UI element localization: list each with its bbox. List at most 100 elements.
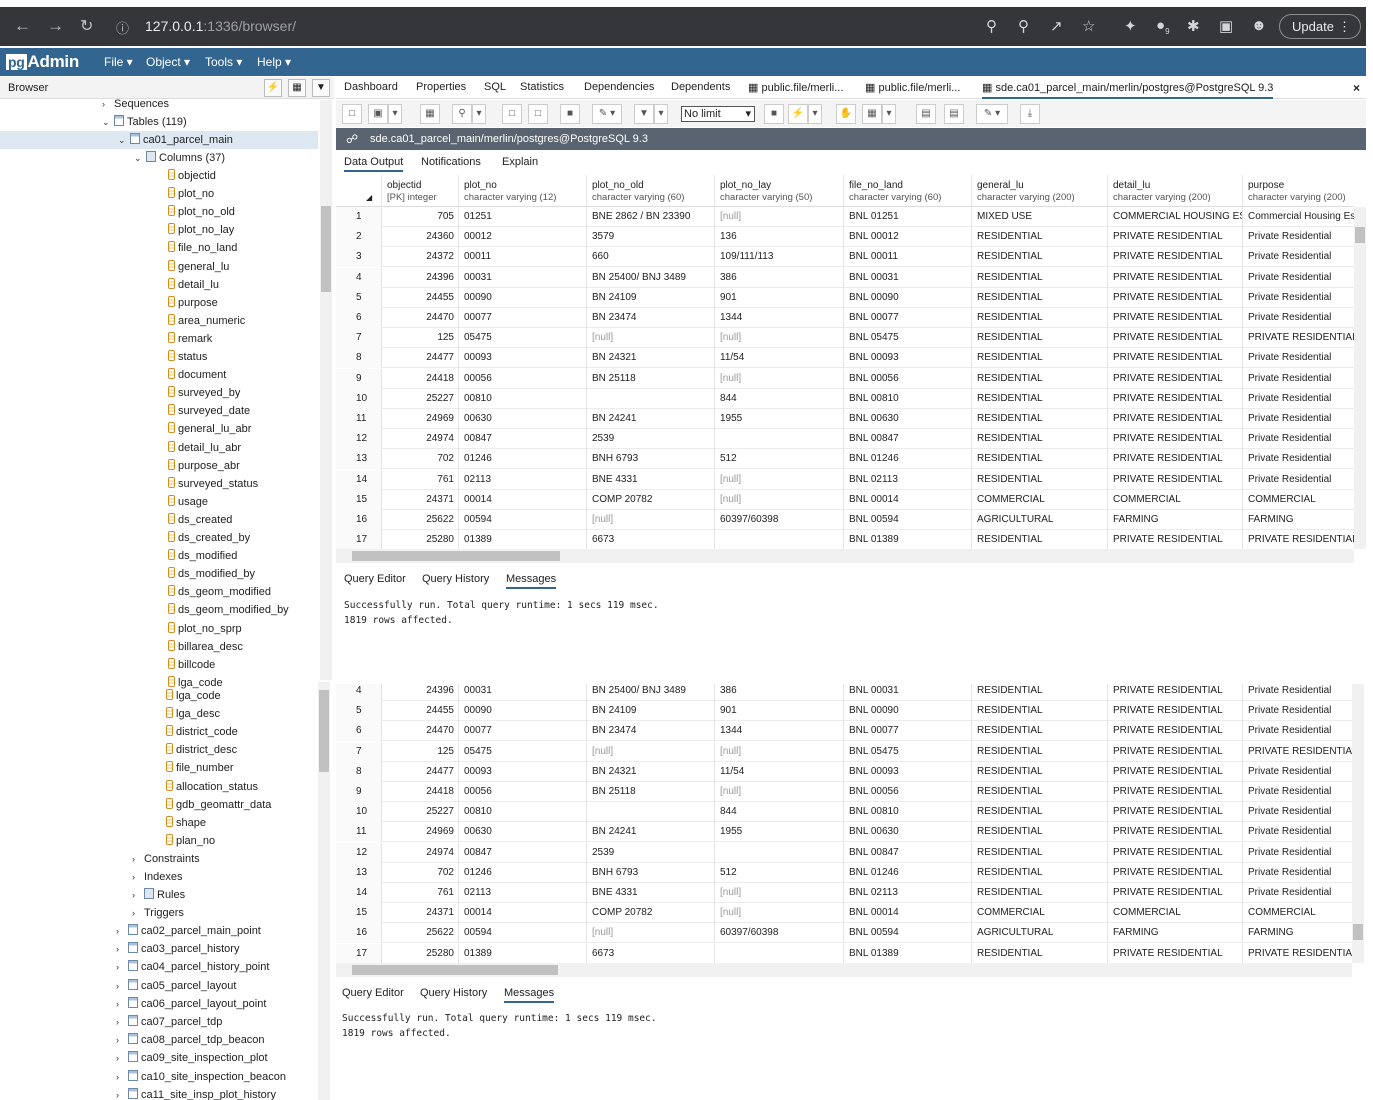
table-cell[interactable]: 386 [715,684,844,701]
table-cell[interactable] [715,943,844,963]
table-cell[interactable]: 60397/60398 [715,510,844,530]
table-cell[interactable]: BNL 00090 [844,287,972,308]
table-cell[interactable]: PRIVATE RESIDENTIAL [1243,742,1352,762]
table-cell[interactable]: COMMERCIAL HOUSING ES... [1108,207,1243,227]
table-row[interactable]: 3 24372 00011 660 109/111/113 BNL 00011 RESIDE… [336,247,1354,268]
table-cell[interactable]: PRIVATE RESIDENTIAL [1108,449,1243,470]
tree-column-district_desc[interactable]: district_desc [154,741,237,759]
tree-column-ds_created_by[interactable]: ds_created_by [156,529,250,547]
explain-dropdown-icon[interactable]: ▾ [882,104,896,124]
table-cell[interactable]: 00031 [459,267,587,288]
row-number[interactable]: 6 [336,308,382,328]
table-cell[interactable]: 24974 [382,429,459,450]
table-cell[interactable]: 386 [715,267,844,288]
find-dropdown-icon[interactable]: ▾ [472,104,486,124]
tree-table-ca10_site_inspection_beacon[interactable]: › ca10_site_inspection_beacon [116,1068,286,1086]
table-cell[interactable]: PRIVATE RESIDENTIAL [1108,822,1243,843]
tree-scrollbar[interactable] [320,100,332,680]
table-row[interactable]: 15 24371 00014 COMP 20782 [null] BNL 00014 COM… [336,489,1354,510]
table-cell[interactable]: 2539 [587,429,715,450]
table-cell[interactable]: BNL 01251 [844,207,972,227]
table-cell[interactable]: PRIVATE RESIDENTIAL [1108,469,1243,490]
row-number[interactable]: 7 [336,741,382,762]
row-number[interactable]: 17 [336,943,382,963]
table-row[interactable]: 14 761 02113 BNE 4331 [null] BNL 02113 RESIDEN… [336,469,1354,490]
table-cell[interactable]: PRIVATE RESIDENTIAL [1108,247,1243,268]
tree-column-remark[interactable]: remark [156,330,212,348]
table-cell[interactable]: BN 25400/ BNJ 3489 [587,684,715,701]
table-cell[interactable]: FARMING [1243,923,1352,943]
table-cell[interactable]: RESIDENTIAL [972,368,1108,389]
find-icon[interactable]: ⚲ [452,104,472,124]
back-arrow-icon[interactable]: ← [14,16,31,36]
tree-column-plot_no[interactable]: plot_no [156,185,214,203]
column-header-general_lu[interactable]: general_lu character varying (200) [972,175,1108,207]
table-row[interactable]: 10 25227 00810 844 BNL 00810 RESIDENTIAL PRIVA… [336,802,1352,823]
table-cell[interactable]: PRIVATE RESIDENTIAL [1108,287,1243,308]
row-number[interactable]: 16 [336,923,382,944]
table-cell[interactable]: COMMERCIAL [1108,903,1243,924]
delete-icon[interactable]: ■ [560,104,580,124]
edit-dropdown-icon[interactable]: ✎ ▾ [592,104,622,124]
table-cell[interactable]: 844 [715,388,844,409]
menu-help[interactable]: Help ▾ [257,55,291,69]
table-cell[interactable]: BNL 01246 [844,862,972,883]
connection-link-icon[interactable]: ☍ [346,128,358,150]
table-cell[interactable]: RESIDENTIAL [972,721,1108,742]
table-cell[interactable]: Private Residential [1243,389,1354,409]
paste-icon[interactable]: □ [528,104,548,124]
profile-icon[interactable]: ☻ [1251,17,1267,34]
row-limit-select[interactable]: No limit ▾ [681,106,755,122]
tree-column-ds_modified_by[interactable]: ds_modified_by [156,565,255,583]
table-row[interactable]: 14 761 02113 BNE 4331 [null] BNL 02113 RESIDEN… [336,883,1352,903]
table-cell[interactable]: BN 24241 [587,822,715,843]
tree-table-ca02_parcel_main_point[interactable]: › ca02_parcel_main_point [116,922,261,940]
table-cell[interactable]: 24470 [382,308,459,328]
table-cell[interactable]: BNL 00594 [844,510,972,530]
table-row[interactable]: 7 125 05475 [null] [null] BNL 05475 RESIDENTIA… [336,741,1352,762]
table-cell[interactable]: COMMERCIAL [1243,490,1354,510]
tree-indexes[interactable]: › Indexes [132,868,183,886]
table-cell[interactable]: RESIDENTIAL [972,802,1108,823]
table-cell[interactable]: 24418 [382,782,459,802]
column-header-detail_lu[interactable]: detail_lu character varying (200) [1108,175,1243,207]
open-file-icon[interactable]: □ [342,104,362,124]
row-number[interactable]: 8 [336,761,382,782]
bookmark-star-icon[interactable]: ☆ [1082,17,1095,35]
row-number[interactable]: 5 [336,287,382,308]
table-row[interactable]: 6 24470 00077 BN 23474 1344 BNL 00077 RESIDENT… [336,721,1352,742]
table-cell[interactable]: Private Residential [1243,409,1354,429]
table-cell[interactable]: BNL 00012 [844,227,972,248]
table-cell[interactable]: 660 [587,247,715,268]
table-cell[interactable]: 01389 [459,943,587,963]
table-cell[interactable]: 702 [382,862,459,883]
table-cell[interactable]: RESIDENTIAL [972,782,1108,802]
tree-constraints[interactable]: › Constraints [132,850,200,868]
table-row[interactable]: 16 25622 00594 [null] 60397/60398 BNL 00594 AG… [336,510,1354,530]
table-cell[interactable]: BNL 01389 [844,943,972,963]
tab-sql[interactable]: SQL [484,81,506,93]
table-cell[interactable]: RESIDENTIAL [972,409,1108,429]
table-cell[interactable]: [null] [715,741,844,762]
table-cell[interactable]: 00093 [459,761,587,782]
explain-icon[interactable]: ✋ [836,104,856,124]
table-cell[interactable]: BNL 00090 [844,701,972,722]
tree-column-surveyed_status[interactable]: surveyed_status [156,475,258,493]
site-info-icon[interactable]: ⓘ [116,18,129,37]
tree-sequences[interactable]: › Sequences [102,99,169,113]
table-cell[interactable]: RESIDENTIAL [972,388,1108,409]
tree-rules[interactable]: › Rules [132,886,185,904]
puzzle-icon[interactable]: ✱ [1187,17,1200,35]
table-cell[interactable]: 25280 [382,943,459,963]
tree-column-billarea_desc[interactable]: billarea_desc [156,638,243,656]
tree-column-detail_lu[interactable]: detail_lu [156,276,219,294]
table-row[interactable]: 4 24396 00031 BN 25400/ BNJ 3489 386 BNL 0003… [336,267,1354,288]
tree-column-plot_no_lay[interactable]: plot_no_lay [156,221,234,239]
tab-data-output[interactable]: Data Output [344,156,404,172]
table-cell[interactable]: PRIVATE RESIDENTIAL [1108,741,1243,762]
table-cell[interactable]: 00077 [459,721,587,742]
table-cell[interactable]: 00630 [459,822,587,843]
table-cell[interactable]: 00810 [459,388,587,409]
extension-badge-icon[interactable]: ●9 [1156,17,1170,36]
grid-hscroll-lower[interactable] [336,963,1352,977]
